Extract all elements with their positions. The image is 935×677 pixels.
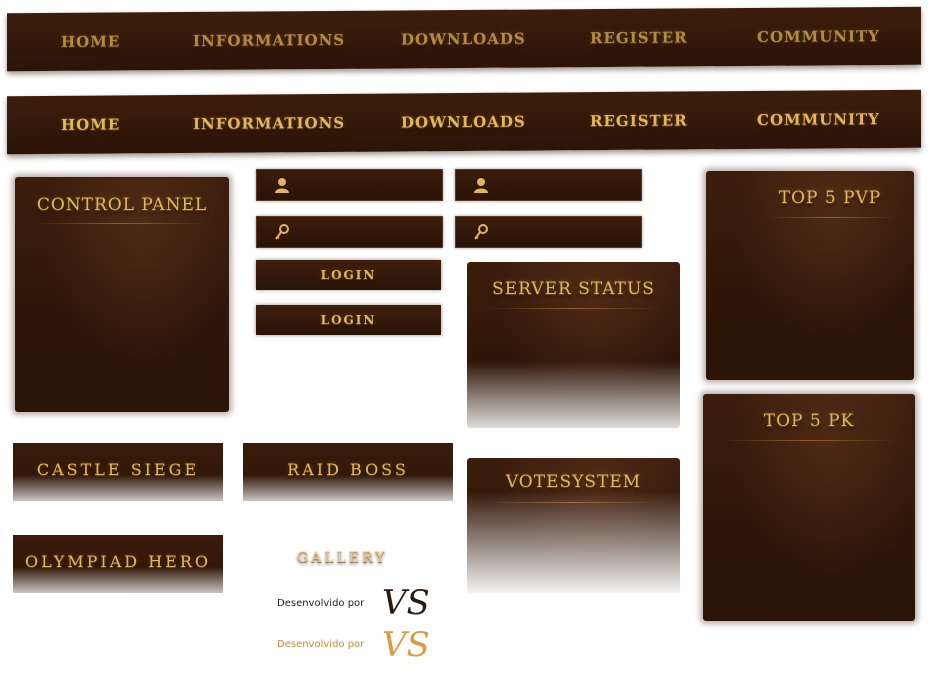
password-field[interactable] <box>256 216 443 248</box>
vs-logo-gold[interactable]: VS <box>378 622 430 664</box>
raid-boss-strip: RAID BOSS <box>243 443 453 501</box>
title-divider <box>721 440 897 441</box>
castle-siege-strip: CASTLE SIEGE <box>13 443 223 501</box>
login-button[interactable]: LOGIN <box>256 260 441 290</box>
nav-home-faded[interactable]: HOME <box>61 32 120 50</box>
vs-logo-gold-text: VS <box>382 625 430 664</box>
user-icon <box>474 178 488 193</box>
nav-register-faded[interactable]: REGISTER <box>590 28 688 47</box>
raid-boss-title: RAID BOSS <box>287 460 409 479</box>
olympiad-hero-title: OLYMPIAD HERO <box>24 552 211 571</box>
votesystem-panel: VOTESYSTEM <box>467 458 680 593</box>
nav-informations-faded[interactable]: INFORMATIONS <box>193 31 345 50</box>
nav-downloads[interactable]: DOWNLOADS <box>401 113 526 132</box>
castle-siege-title: CASTLE SIEGE <box>36 460 200 479</box>
nav-register[interactable]: REGISTER <box>590 111 688 130</box>
nav-community[interactable]: COMMUNITY <box>757 110 880 129</box>
olympiad-hero-strip: OLYMPIAD HERO <box>13 535 223 593</box>
key-icon <box>474 224 488 240</box>
nav-bar: HOME INFORMATIONS DOWNLOADS REGISTER COM… <box>7 89 921 155</box>
user-icon <box>275 178 289 193</box>
nav-home[interactable]: HOME <box>61 115 120 133</box>
control-panel: CONTROL PANEL <box>15 177 229 412</box>
credit-text-gold: Desenvolvido por <box>277 639 365 650</box>
vs-logo[interactable]: VS <box>378 580 430 622</box>
control-panel-title: CONTROL PANEL <box>36 195 208 215</box>
top-pvp-title: TOP 5 PVP <box>778 188 882 208</box>
title-divider <box>485 308 662 309</box>
nav-informations[interactable]: INFORMATIONS <box>193 114 345 133</box>
vs-logo-text: VS <box>382 583 430 622</box>
votesystem-title: VOTESYSTEM <box>505 472 642 492</box>
login-button-label: LOGIN <box>320 268 377 282</box>
nav-community-faded[interactable]: COMMUNITY <box>757 27 880 46</box>
username-field[interactable] <box>256 169 443 201</box>
top-pvp-panel: TOP 5 PVP <box>706 171 914 380</box>
login-button-hover[interactable]: LOGIN <box>256 305 441 335</box>
title-divider <box>33 223 211 224</box>
server-status-panel: SERVER STATUS <box>467 262 680 428</box>
top-pk-title: TOP 5 PK <box>763 411 855 431</box>
login-button-hover-label: LOGIN <box>320 313 377 327</box>
top-pk-panel: TOP 5 PK <box>703 394 915 621</box>
password-field-alt[interactable] <box>455 216 642 248</box>
gallery-title: GALLERY <box>297 550 388 566</box>
credit-text: Desenvolvido por <box>277 598 365 609</box>
nav-bar-faded: HOME INFORMATIONS DOWNLOADS REGISTER COM… <box>7 6 921 72</box>
nav-downloads-faded[interactable]: DOWNLOADS <box>401 30 526 49</box>
username-field-alt[interactable] <box>455 169 642 201</box>
server-status-title: SERVER STATUS <box>492 279 655 299</box>
title-divider <box>766 217 896 218</box>
key-icon <box>275 224 289 240</box>
title-divider <box>485 502 662 503</box>
